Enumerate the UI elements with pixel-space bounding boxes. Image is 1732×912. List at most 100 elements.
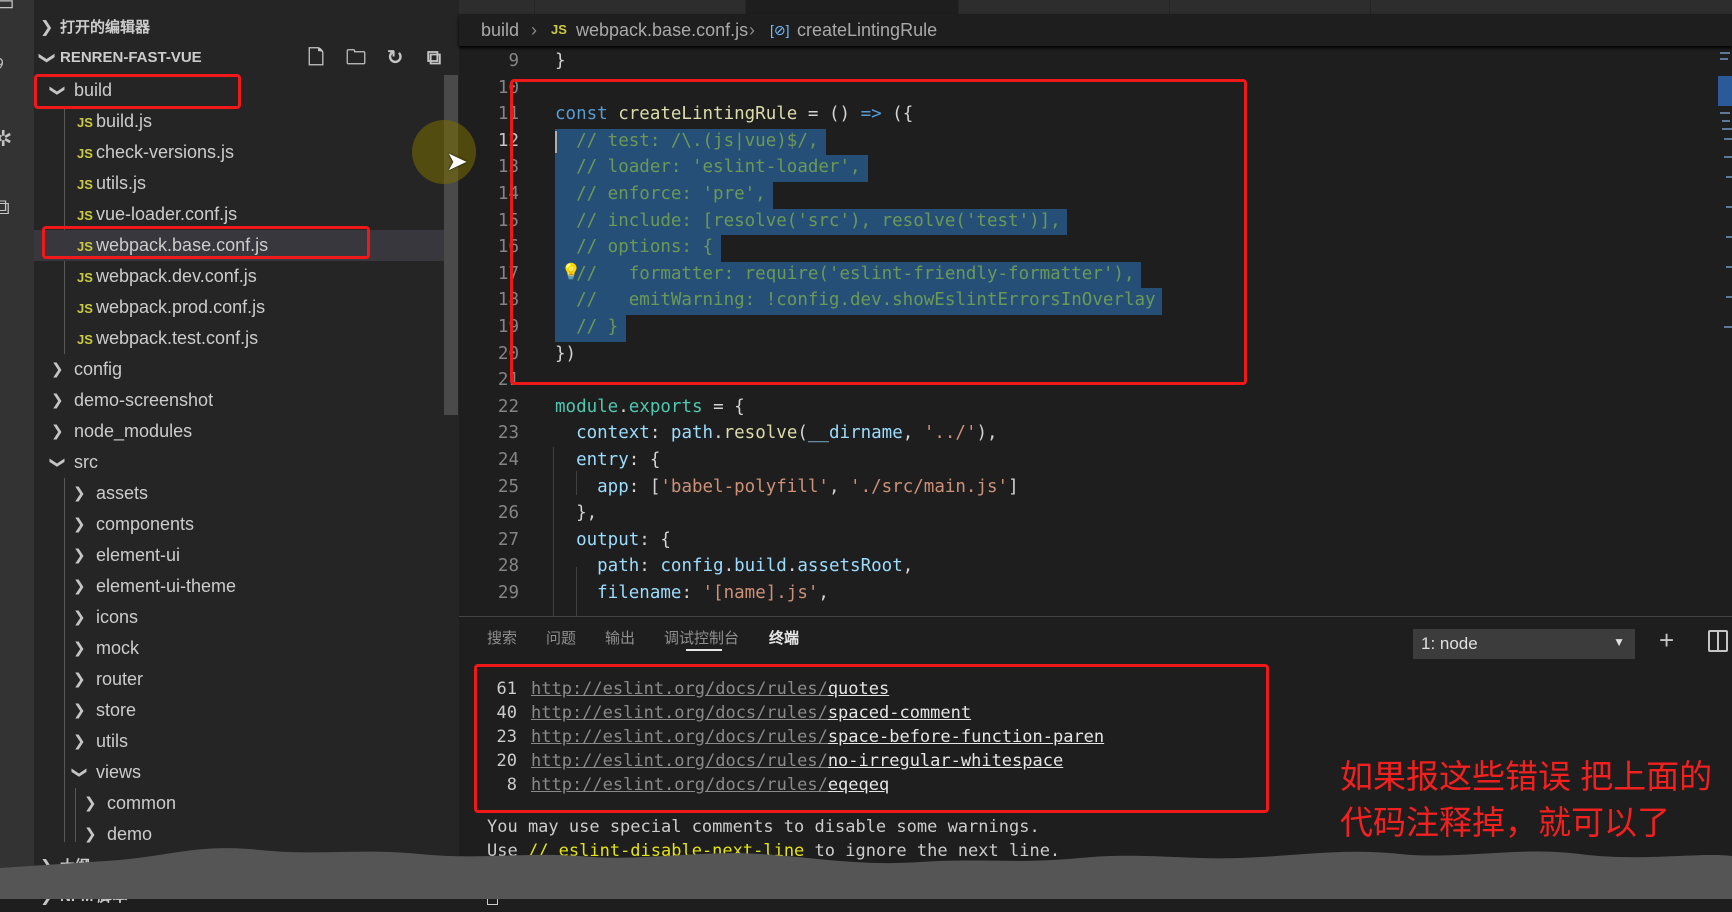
- tree-item-label: utils.js: [96, 173, 147, 193]
- tree-item-label: webpack.prod.conf.js: [96, 297, 266, 317]
- refresh-icon[interactable]: ↻: [383, 46, 407, 70]
- mouse-pointer-icon: ➤: [446, 146, 468, 176]
- new-terminal-icon[interactable]: +: [1659, 625, 1674, 656]
- tree-folder[interactable]: ❯ views: [34, 757, 444, 788]
- panel-tab[interactable]: 调试控制台: [664, 627, 739, 648]
- code-line[interactable]: module.exports = {: [555, 397, 745, 417]
- editor-tab[interactable]: [535, 0, 746, 14]
- breadcrumb-folder[interactable]: build: [481, 14, 519, 46]
- code-token: .: [723, 556, 735, 577]
- line-number: 22: [497, 396, 519, 417]
- tree-folder[interactable]: ❯ src: [34, 447, 444, 478]
- js-file-icon: JS: [77, 270, 93, 285]
- chevron-right-icon: ❯: [73, 547, 86, 564]
- code-line[interactable]: },: [555, 503, 597, 523]
- tree-item-label: build.js: [96, 111, 153, 131]
- code-token: ),: [976, 423, 998, 444]
- line-number: 28: [497, 556, 519, 577]
- code-line[interactable]: entry: {: [555, 450, 660, 470]
- code-token: '../': [923, 423, 977, 444]
- tree-file[interactable]: JS webpack.prod.conf.js: [34, 292, 444, 323]
- tree-item-label: check-versions.js: [96, 142, 235, 162]
- tree-folder[interactable]: ❯ icons: [34, 602, 444, 633]
- tree-file[interactable]: JS webpack.test.conf.js: [34, 323, 444, 354]
- debug-icon[interactable]: ✲: [0, 122, 34, 156]
- source-control-icon[interactable]: ୨: [0, 48, 34, 82]
- breadcrumb: build › JS webpack.base.conf.js › [⊘] cr…: [459, 14, 1732, 46]
- panel-tab[interactable]: 问题: [546, 627, 576, 648]
- highlight-lint-rule-code: [510, 79, 1247, 385]
- tree-folder[interactable]: ❯ demo-screenshot: [34, 385, 444, 416]
- new-folder-icon[interactable]: 🗀: [344, 46, 368, 70]
- code-token: :: [681, 583, 703, 603]
- editor-tab-active[interactable]: [746, 0, 959, 14]
- explorer-icon[interactable]: ▭: [0, 0, 34, 20]
- tree-file[interactable]: JS utils.js: [34, 168, 444, 199]
- panel-tab[interactable]: 终端: [769, 627, 799, 648]
- code-token: ,: [828, 476, 851, 497]
- collapse-all-icon[interactable]: ⧉: [422, 46, 446, 70]
- tree-file[interactable]: JS webpack.dev.conf.js: [34, 261, 444, 292]
- tree-folder[interactable]: ❯ element-ui: [34, 540, 444, 571]
- panel-tab[interactable]: 输出: [605, 627, 635, 648]
- breadcrumb-file[interactable]: webpack.base.conf.js: [576, 14, 748, 46]
- tree-item-label: store: [96, 700, 137, 720]
- open-editors-section[interactable]: ❯ 打开的编辑器: [34, 13, 459, 43]
- tree-file[interactable]: JS build.js: [34, 106, 444, 137]
- tree-item-label: views: [96, 762, 142, 782]
- tree-folder[interactable]: ❯ store: [34, 695, 444, 726]
- chevron-down-icon: ❯: [70, 766, 88, 779]
- editor-tab[interactable]: [1170, 0, 1371, 14]
- tree-folder[interactable]: ❯ node_modules: [34, 416, 444, 447]
- tree-item-label: components: [96, 514, 195, 534]
- minimap[interactable]: [1716, 46, 1732, 346]
- editor-tab[interactable]: [459, 0, 535, 14]
- tree-item-label: src: [74, 452, 98, 472]
- tree-folder[interactable]: ❯ components: [34, 509, 444, 540]
- tree-item-label: config: [74, 359, 123, 379]
- code-line[interactable]: filename: '[name].js',: [555, 583, 829, 603]
- tree-folder[interactable]: ❯ utils: [34, 726, 444, 757]
- chevron-right-icon: ❯: [84, 795, 97, 812]
- code-token: output: [555, 529, 640, 550]
- chevron-right-icon: ❯: [73, 702, 86, 719]
- js-file-icon: JS: [77, 177, 93, 192]
- code-token: = {: [702, 396, 745, 417]
- code-token: 'babel-polyfill': [660, 476, 829, 497]
- editor-tab[interactable]: [959, 0, 1170, 14]
- code-token: (: [797, 423, 808, 444]
- code-line[interactable]: app: ['babel-polyfill', './src/main.js']: [555, 476, 1018, 497]
- tree-folder[interactable]: ❯ common: [34, 788, 444, 819]
- chevron-down-icon: ❯: [38, 51, 56, 65]
- js-file-icon: JS: [77, 301, 93, 316]
- tree-folder[interactable]: ❯ router: [34, 664, 444, 695]
- tree-item-label: common: [107, 793, 177, 813]
- chevron-right-icon: ❯: [73, 640, 86, 657]
- terminal-select[interactable]: 1: node ▼: [1413, 629, 1635, 659]
- chevron-right-icon: ❯: [40, 19, 54, 36]
- breadcrumb-symbol[interactable]: createLintingRule: [797, 14, 937, 46]
- project-section-header[interactable]: ❯ RENREN-FAST-VUE 🗋 🗀 ↻ ⧉: [34, 43, 459, 73]
- tree-file[interactable]: JS check-versions.js: [34, 137, 444, 168]
- js-file-icon: JS: [551, 22, 567, 37]
- line-number: 9: [508, 51, 519, 71]
- chevron-right-icon: ❯: [73, 578, 86, 595]
- code-token: __dirname: [807, 423, 903, 444]
- code-line[interactable]: context: path.resolve(__dirname, '../'),: [555, 423, 998, 443]
- code-token: ,: [902, 556, 914, 577]
- tree-item-label: mock: [96, 638, 140, 658]
- new-file-icon[interactable]: 🗋: [304, 46, 328, 70]
- extensions-icon[interactable]: ⧉: [0, 190, 34, 224]
- tree-folder[interactable]: ❯ assets: [34, 478, 444, 509]
- code-token: module: [555, 396, 619, 417]
- tree-folder[interactable]: ❯ config: [34, 354, 444, 385]
- panel-tab[interactable]: 搜索: [487, 627, 517, 648]
- code-token: path: [670, 423, 714, 444]
- split-terminal-icon[interactable]: [1708, 630, 1728, 652]
- code-line[interactable]: output: {: [555, 530, 671, 550]
- tree-folder[interactable]: ❯ mock: [34, 633, 444, 664]
- tree-folder[interactable]: ❯ element-ui-theme: [34, 571, 444, 602]
- minimap-selection: [1718, 76, 1732, 106]
- code-line[interactable]: }: [555, 51, 566, 71]
- code-line[interactable]: path: config.build.assetsRoot,: [555, 556, 913, 576]
